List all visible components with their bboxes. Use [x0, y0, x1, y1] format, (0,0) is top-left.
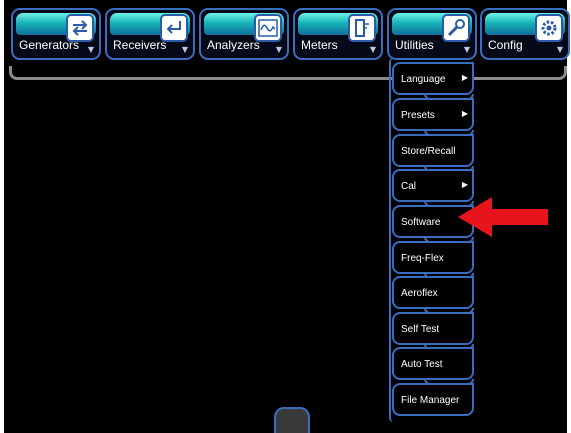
menu-item-auto-test[interactable]: Auto Test — [392, 347, 474, 385]
menu-item-label: Freq-Flex — [401, 253, 444, 264]
menu-item-label: Presets — [401, 110, 435, 121]
tab-config[interactable]: Config ▼ — [480, 8, 570, 60]
tab-label: Analyzers — [207, 38, 260, 52]
menu-item-presets[interactable]: Presets ▶ — [392, 98, 474, 136]
submenu-arrow-icon: ▶ — [461, 109, 468, 118]
bottom-panel-handle[interactable] — [274, 407, 310, 433]
tab-receivers[interactable]: Receivers ▼ — [105, 8, 195, 60]
menu-item-label: Aeroflex — [401, 288, 438, 299]
tab-label: Receivers — [113, 38, 167, 52]
menu-item-label: File Manager — [401, 395, 460, 406]
menu-item-label: Cal — [401, 181, 417, 192]
chevron-down-icon: ▼ — [87, 45, 94, 54]
toolbar-bottom-frame — [9, 66, 567, 80]
menu-item-freq-flex[interactable]: Freq-Flex — [392, 241, 474, 279]
tab-utilities[interactable]: Utilities ▼ — [387, 8, 477, 60]
menu-item-label: Self Test — [401, 324, 440, 335]
chevron-down-icon: ▼ — [556, 45, 563, 54]
tab-label: Config — [488, 38, 523, 52]
tab-analyzers[interactable]: Analyzers ▼ — [199, 8, 289, 60]
chevron-down-icon: ▼ — [275, 45, 282, 54]
utilities-menu: Language ▶ Presets ▶ Store/Recall Cal ▶ … — [389, 58, 475, 422]
menu-item-aeroflex[interactable]: Aeroflex — [392, 276, 474, 314]
tab-label: Meters — [301, 38, 338, 52]
meters-icon — [348, 14, 376, 42]
chevron-down-icon: ▼ — [463, 45, 470, 54]
tab-label: Generators — [19, 38, 80, 52]
menu-item-file-manager[interactable]: File Manager — [392, 383, 474, 416]
menu-item-label: Software — [401, 217, 441, 228]
submenu-arrow-icon: ▶ — [461, 180, 468, 189]
menu-item-self-test[interactable]: Self Test — [392, 312, 474, 350]
tab-label: Utilities — [395, 38, 434, 52]
tab-generators[interactable]: Generators ▼ — [11, 8, 101, 60]
gear-icon — [535, 14, 563, 42]
red-arrow-icon — [458, 197, 548, 237]
submenu-arrow-icon: ▶ — [461, 73, 468, 82]
chevron-down-icon: ▼ — [369, 45, 376, 54]
chevron-down-icon: ▼ — [181, 45, 188, 54]
menu-item-label: Language — [401, 74, 446, 85]
menu-item-store-recall[interactable]: Store/Recall — [392, 134, 474, 172]
menu-item-language[interactable]: Language ▶ — [392, 62, 474, 100]
wrench-icon — [442, 14, 470, 42]
menu-item-label: Store/Recall — [401, 146, 456, 157]
tab-meters[interactable]: Meters ▼ — [293, 8, 383, 60]
menu-item-label: Auto Test — [401, 359, 443, 370]
